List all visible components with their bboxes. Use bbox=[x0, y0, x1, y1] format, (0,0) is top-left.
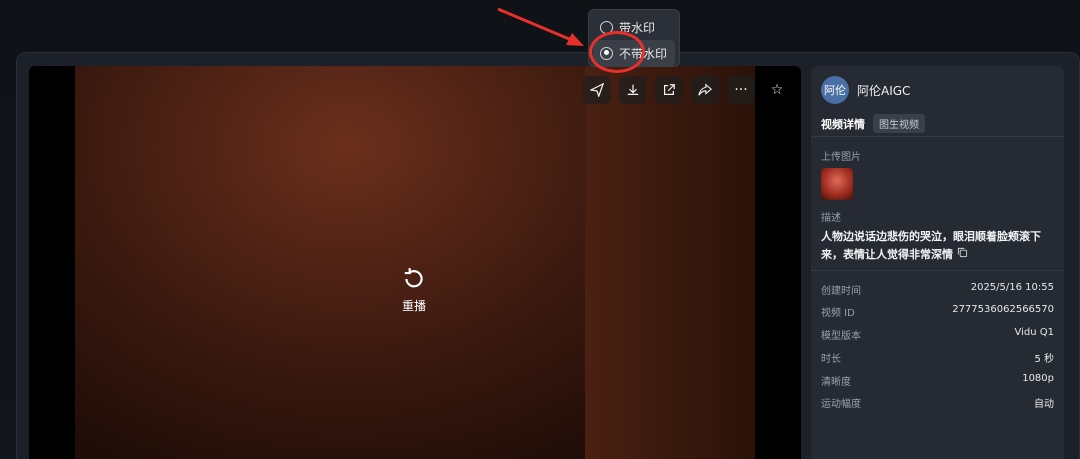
star-icon[interactable]: ☆ bbox=[763, 76, 791, 104]
tab-video-details[interactable]: 视频详情 bbox=[821, 116, 865, 132]
video-background bbox=[585, 66, 755, 459]
replay-icon bbox=[389, 266, 439, 297]
meta-key: 运动幅度 bbox=[821, 399, 861, 410]
description-text: 人物边说话边悲伤的哭泣，眼泪顺着脸颊滚下来，表情让人觉得非常深情 bbox=[821, 228, 1056, 264]
meta-key: 时长 bbox=[821, 354, 841, 365]
copy-icon[interactable] bbox=[957, 246, 968, 264]
annotation-circle bbox=[589, 31, 645, 73]
share-icon[interactable] bbox=[691, 76, 719, 104]
divider bbox=[811, 136, 1064, 137]
meta-value: 5 秒 bbox=[1034, 354, 1054, 365]
generation-type-badge: 图生视频 bbox=[873, 114, 925, 133]
meta-value: 自动 bbox=[1034, 399, 1054, 410]
send-icon[interactable] bbox=[583, 76, 611, 104]
meta-row-created: 创建时间 2025/5/16 10:55 bbox=[821, 282, 1054, 297]
export-icon[interactable] bbox=[655, 76, 683, 104]
meta-row-duration: 时长 5 秒 bbox=[821, 350, 1054, 365]
meta-value: 2025/5/16 10:55 bbox=[970, 282, 1054, 293]
meta-value: 2777536062566570 bbox=[952, 304, 1054, 315]
video-frame-image bbox=[75, 66, 755, 459]
replay-button[interactable]: 重播 bbox=[389, 266, 439, 314]
meta-row-resolution: 清晰度 1080p bbox=[821, 373, 1054, 388]
meta-key: 创建时间 bbox=[821, 286, 861, 297]
download-icon[interactable] bbox=[619, 76, 647, 104]
avatar[interactable]: 阿伦 bbox=[821, 76, 849, 104]
replay-label: 重播 bbox=[401, 299, 426, 313]
description-content: 人物边说话边悲伤的哭泣，眼泪顺着脸颊滚下来，表情让人觉得非常深情 bbox=[821, 230, 1041, 261]
meta-row-model: 模型版本 Vidu Q1 bbox=[821, 327, 1054, 342]
upload-image-label: 上传图片 bbox=[821, 152, 861, 163]
uploaded-image-thumbnail[interactable] bbox=[821, 168, 853, 200]
meta-key: 视频 ID bbox=[821, 308, 855, 319]
meta-row-motion: 运动幅度 自动 bbox=[821, 395, 1054, 410]
video-toolbar: ··· ☆ bbox=[583, 76, 791, 104]
description-label: 描述 bbox=[821, 213, 841, 224]
author-info[interactable]: 阿伦 阿伦AIGC bbox=[821, 76, 910, 104]
meta-value: Vidu Q1 bbox=[1014, 327, 1055, 338]
meta-row-video-id: 视频 ID 2777536062566570 bbox=[821, 304, 1054, 319]
author-name[interactable]: 阿伦AIGC bbox=[857, 82, 910, 99]
more-icon[interactable]: ··· bbox=[727, 76, 755, 104]
meta-key: 清晰度 bbox=[821, 377, 851, 388]
video-player[interactable]: ··· ☆ 重播 bbox=[29, 66, 801, 459]
video-details-panel: 阿伦 阿伦AIGC 视频详情 图生视频 上传图片 描述 人物边说话边悲伤的哭泣，… bbox=[811, 66, 1064, 459]
divider bbox=[811, 270, 1064, 271]
detail-tabs: 视频详情 图生视频 bbox=[821, 114, 925, 133]
meta-value: 1080p bbox=[1022, 373, 1054, 384]
meta-key: 模型版本 bbox=[821, 331, 861, 342]
app-root: ··· ☆ 重播 带水印 不带水印 阿伦 阿伦AIGC 视频详情 图生视频 上传… bbox=[0, 0, 1080, 459]
